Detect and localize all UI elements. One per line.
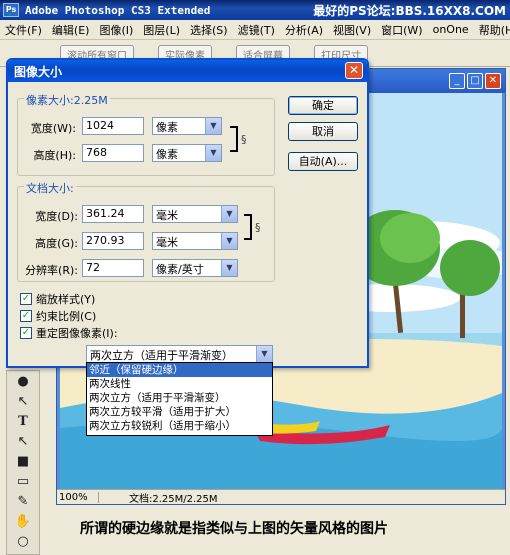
dropdown-option-bicubic-smoother[interactable]: 两次立方较平滑（适用于扩大）: [87, 405, 272, 419]
doc-height-label: 高度(G):: [35, 237, 78, 250]
pixel-width-unit: 像素: [156, 121, 178, 134]
pixel-dimensions-legend: 像素大小:2.25M: [24, 92, 110, 108]
menu-layer[interactable]: 图层(L): [138, 22, 185, 38]
doc-height-input[interactable]: 270.93: [82, 232, 144, 250]
direct-selection-tool-icon[interactable]: ↖: [13, 433, 33, 451]
brush-tool-icon[interactable]: ●: [13, 373, 33, 391]
eyedropper-tool-icon[interactable]: ✎: [13, 493, 33, 511]
scale-styles-option[interactable]: ✓ 缩放样式(Y): [20, 291, 95, 307]
app-title: Adobe Photoshop CS3 Extended: [25, 3, 211, 17]
menubar: 文件(F) 编辑(E) 图像(I) 图层(L) 选择(S) 滤镜(T) 分析(A…: [0, 20, 510, 40]
hand-tool-icon[interactable]: ✋: [13, 513, 33, 531]
resample-method-select[interactable]: 两次立方（适用于平滑渐变） ▼: [86, 345, 273, 363]
menu-analysis[interactable]: 分析(A): [280, 22, 328, 38]
chevron-down-icon: ▼: [256, 346, 272, 362]
menu-help[interactable]: 帮助(H): [474, 22, 510, 38]
menu-window[interactable]: 窗口(W): [376, 22, 427, 38]
menu-select[interactable]: 选择(S): [185, 22, 233, 38]
document-status-bar: 100% 文档:2.25M/2.25M: [57, 489, 505, 505]
dialog-close-icon[interactable]: ✕: [345, 62, 363, 79]
doc-width-unit: 毫米: [156, 209, 178, 222]
photoshop-logo-icon: Ps: [3, 3, 19, 17]
dropdown-option-bicubic-sharper[interactable]: 两次立方较锐利（适用于缩小）: [87, 419, 272, 433]
pixel-height-unit-select[interactable]: 像素 ▼: [152, 144, 222, 162]
close-icon[interactable]: ✕: [485, 73, 501, 89]
document-size-legend: 文档大小:: [24, 180, 76, 196]
constrain-proportions-option[interactable]: ✓ 约束比例(C): [20, 308, 96, 324]
toolbox: ● ↖ T ↖ ■ ▭ ✎ ✋ ○: [6, 370, 40, 555]
zoom-level[interactable]: 100%: [57, 491, 99, 503]
doc-link-bracket: [244, 214, 252, 240]
doc-width-input[interactable]: 361.24: [82, 205, 144, 223]
menu-image[interactable]: 图像(I): [94, 22, 138, 38]
pixel-height-input[interactable]: 768: [82, 144, 144, 162]
pixel-height-unit: 像素: [156, 148, 178, 161]
pixel-height-label: 高度(H):: [33, 149, 76, 162]
pixel-width-input[interactable]: 1024: [82, 117, 144, 135]
resample-label: 重定图像像素(I):: [36, 327, 118, 340]
chevron-down-icon: ▼: [205, 145, 221, 161]
type-tool-icon[interactable]: T: [13, 413, 33, 431]
dropdown-option-bicubic[interactable]: 两次立方（适用于平滑渐变）: [87, 391, 272, 405]
dropdown-option-bilinear[interactable]: 两次线性: [87, 377, 272, 391]
pixel-width-unit-select[interactable]: 像素 ▼: [152, 117, 222, 135]
resample-checkbox[interactable]: ✓: [20, 327, 32, 339]
cancel-button[interactable]: 取消: [288, 122, 358, 141]
maximize-icon[interactable]: □: [467, 73, 483, 89]
menu-filter[interactable]: 滤镜(T): [233, 22, 280, 38]
document-size-readout: 文档:2.25M/2.25M: [129, 493, 218, 505]
resample-method-dropdown: 邻近（保留硬边缘） 两次线性 两次立方（适用于平滑渐变） 两次立方较平滑（适用于…: [86, 362, 273, 436]
doc-width-label: 宽度(D):: [35, 210, 78, 223]
scale-styles-checkbox[interactable]: ✓: [20, 293, 32, 305]
dropdown-option-nearest-neighbor[interactable]: 邻近（保留硬边缘）: [87, 363, 272, 377]
rectangle-tool-icon[interactable]: ■: [13, 453, 33, 471]
image-size-dialog: 图像大小 ✕ 像素大小:2.25M 宽度(W): 1024 像素 ▼ 高度(H):…: [6, 58, 369, 368]
tutorial-caption: 所谓的硬边缘就是指类似与上图的矢量风格的图片: [80, 521, 388, 537]
watermark-text: 最好的PS论坛:BBS.16XX8.COM: [313, 4, 506, 18]
constrain-proportions-label: 约束比例(C): [36, 310, 97, 323]
doc-height-unit-select[interactable]: 毫米 ▼: [152, 232, 238, 250]
menu-file[interactable]: 文件(F): [0, 22, 47, 38]
dialog-titlebar[interactable]: 图像大小: [8, 60, 367, 82]
resample-method-value: 两次立方（适用于平滑渐变）: [90, 349, 233, 362]
resolution-unit: 像素/英寸: [156, 263, 204, 276]
scale-styles-label: 缩放样式(Y): [36, 293, 96, 306]
resolution-label: 分辨率(R):: [25, 264, 78, 277]
resolution-input[interactable]: 72: [82, 259, 144, 277]
resample-option[interactable]: ✓ 重定图像像素(I):: [20, 325, 118, 341]
ok-button[interactable]: 确定: [288, 96, 358, 115]
pixel-link-bracket: [230, 126, 238, 152]
chevron-down-icon: ▼: [221, 206, 237, 222]
chain-link-icon: §: [255, 221, 261, 234]
doc-width-unit-select[interactable]: 毫米 ▼: [152, 205, 238, 223]
chevron-down-icon: ▼: [205, 118, 221, 134]
notes-tool-icon[interactable]: ▭: [13, 473, 33, 491]
dialog-title: 图像大小: [14, 64, 63, 79]
chevron-down-icon: ▼: [221, 260, 237, 276]
zoom-tool-icon[interactable]: ○: [13, 533, 33, 551]
doc-height-unit: 毫米: [156, 236, 178, 249]
app-titlebar: Ps Adobe Photoshop CS3 Extended 最好的PS论坛:…: [0, 0, 510, 20]
constrain-proportions-checkbox[interactable]: ✓: [20, 310, 32, 322]
chain-link-icon: §: [241, 133, 247, 146]
pixel-width-label: 宽度(W):: [30, 122, 76, 135]
minimize-icon[interactable]: _: [449, 73, 465, 89]
auto-button[interactable]: 自动(A)...: [288, 152, 358, 171]
resolution-unit-select[interactable]: 像素/英寸 ▼: [152, 259, 238, 277]
menu-view[interactable]: 视图(V): [328, 22, 376, 38]
menu-onone[interactable]: onOne: [428, 23, 474, 36]
chevron-down-icon: ▼: [221, 233, 237, 249]
menu-edit[interactable]: 编辑(E): [47, 22, 95, 38]
path-selection-tool-icon[interactable]: ↖: [13, 393, 33, 411]
